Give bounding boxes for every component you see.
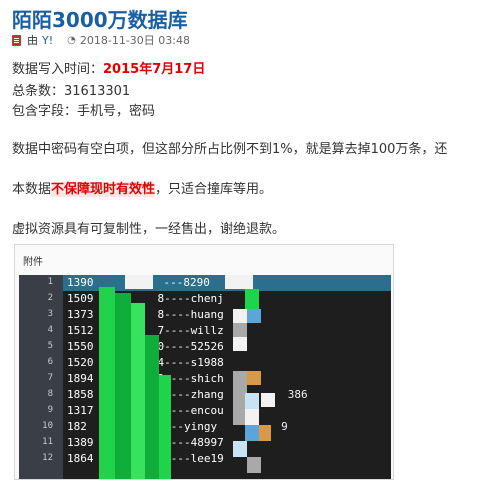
record-suffix: 0----52526 (157, 340, 224, 353)
validity-prefix: 本数据 (12, 182, 52, 197)
mosaic-block (99, 287, 115, 479)
mosaic-block (233, 309, 247, 323)
fields-line: 包含字段：手机号，密码 (12, 100, 155, 119)
validity-note: 本数据不保障现时有效性，只适合撞库等用。 (12, 178, 272, 197)
mosaic-block (245, 409, 259, 425)
mosaic-block (145, 335, 159, 479)
phone-prefix: 1512 (67, 324, 94, 337)
phone-prefix: 1894 (67, 372, 94, 385)
clock-icon: ◔ (67, 34, 76, 46)
by-label: 由 (27, 34, 38, 47)
mosaic-block (247, 371, 261, 385)
line-number: 8 (47, 389, 53, 399)
record-suffix: 7----willz (157, 324, 224, 337)
mosaic-block (131, 303, 145, 479)
mosaic-block (125, 275, 153, 289)
line-number: 3 (47, 309, 53, 319)
author-link[interactable]: Y! (42, 34, 53, 47)
mosaic-block (245, 393, 259, 409)
total-line: 总条数：31613301 (12, 80, 130, 99)
line-number: 10 (42, 421, 53, 431)
phone-prefix: 182 (67, 420, 87, 433)
write-time-label: 数据写入时间： (12, 62, 104, 77)
record-row: 1509 8----chenj (67, 291, 224, 307)
line-number: 7 (47, 373, 53, 383)
record-extra: 9 (281, 420, 288, 433)
post-datetime: 2018-11-30日 03:48 (79, 34, 190, 47)
record-suffix: ---8290 (163, 276, 210, 289)
line-number: 5 (47, 341, 53, 351)
post-title[interactable]: 陌陌3000万数据库 (12, 4, 188, 33)
attachment-panel: 附件 1 1390 ---8290 2 1509 8----chenj 3 1373 8----… (14, 244, 394, 480)
record-row: 1373 8----huang (67, 307, 224, 323)
record-suffix: 4----s1988 (157, 356, 224, 369)
mosaic-block (245, 289, 259, 309)
line-number: 11 (42, 437, 53, 447)
fields-label: 包含字段： (12, 104, 78, 119)
refund-note: 虚拟资源具有可复制性，一经售出，谢绝退款。 (12, 222, 286, 237)
mosaic-block (233, 393, 245, 425)
phone-prefix: 1373 (67, 308, 94, 321)
line-number: 2 (47, 293, 53, 303)
mosaic-block (115, 293, 131, 479)
attachment-screenshot[interactable]: 1 1390 ---8290 2 1509 8----chenj 3 1373 8----hua… (19, 275, 391, 479)
phone-prefix: 1317 (67, 404, 94, 417)
mosaic-block (259, 425, 271, 441)
record-extra: 386 (287, 388, 308, 401)
phone-prefix: 1520 (67, 356, 94, 369)
mosaic-block (245, 425, 259, 441)
fields-value: 手机号，密码 (77, 104, 156, 119)
write-time-value: 2015年7月17日 (103, 62, 206, 77)
document-icon (12, 34, 21, 46)
write-time-line: 数据写入时间：2015年7月17日 (12, 58, 205, 77)
validity-highlight: 不保障现时有效性 (51, 182, 156, 197)
validity-suffix: ，只适合撞库等用。 (155, 182, 273, 197)
mosaic-block (233, 323, 247, 337)
mosaic-block (233, 371, 247, 393)
mosaic-block (233, 441, 247, 457)
blank-password-note: 数据中密码有空白项，但这部分所占比例不到1%，就是算去掉100万条，还 (12, 142, 448, 157)
line-number: 1 (47, 277, 53, 287)
total-value: 31613301 (64, 84, 131, 99)
phone-prefix: 1864 (67, 452, 94, 465)
line-number: 4 (47, 325, 53, 335)
phone-prefix: 1389 (67, 436, 94, 449)
phone-prefix: 1550 (67, 340, 94, 353)
phone-prefix: 1509 (67, 292, 94, 305)
mosaic-block (225, 275, 253, 289)
mosaic-block (247, 457, 261, 473)
attachment-label: 附件 (23, 257, 43, 268)
mosaic-block (159, 375, 171, 479)
record-suffix: 8----chenj (157, 292, 224, 305)
total-label: 总条数： (12, 84, 65, 99)
post-meta: 由 Y! ◔ 2018-11-30日 03:48 (12, 32, 190, 48)
mosaic-block (233, 337, 247, 351)
line-number: 6 (47, 357, 53, 367)
phone-prefix: 1390 (67, 276, 94, 289)
mosaic-block (247, 309, 261, 323)
record-suffix: 8----huang (157, 308, 224, 321)
phone-prefix: 1858 (67, 388, 94, 401)
line-number: 12 (42, 453, 53, 463)
mosaic-block (261, 393, 275, 407)
line-number: 9 (47, 405, 53, 415)
